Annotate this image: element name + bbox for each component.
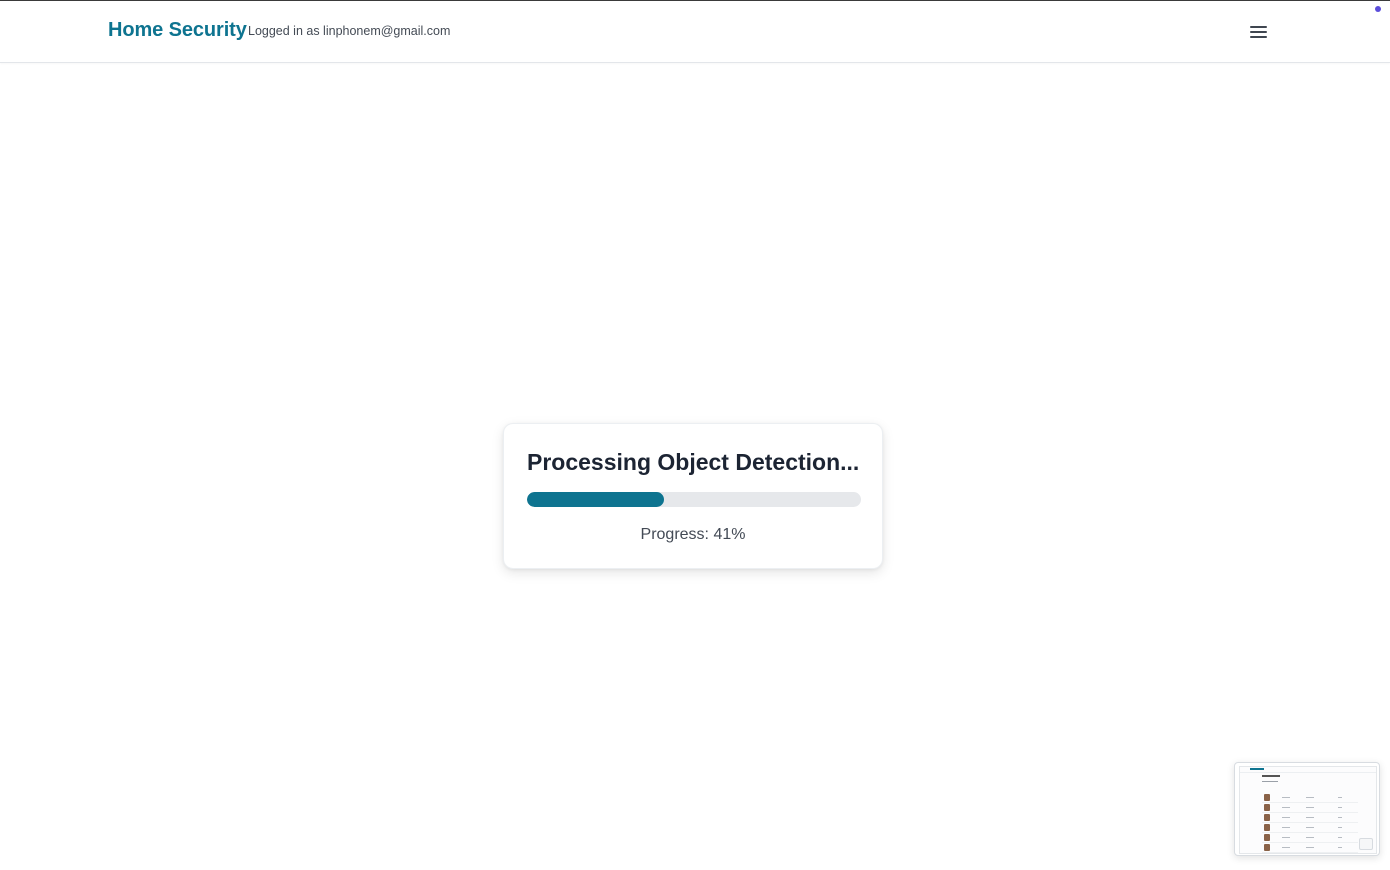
preview-cell <box>1282 807 1290 808</box>
preview-cell <box>1282 817 1290 818</box>
top-navbar: Home Security Logged in as linphonem@gma… <box>0 1 1390 63</box>
preview-cell <box>1338 807 1342 808</box>
magnifier-icon[interactable] <box>1359 838 1373 850</box>
preview-cell <box>1338 817 1342 818</box>
preview-avatar <box>1264 804 1270 811</box>
preview-navbar <box>1240 767 1376 773</box>
preview-avatar <box>1264 794 1270 801</box>
menu-line <box>1250 26 1267 28</box>
preview-cell <box>1338 827 1342 828</box>
brand-title[interactable]: Home Security <box>108 19 247 42</box>
preview-table-row <box>1262 803 1358 813</box>
status-indicator-dot <box>1375 6 1381 12</box>
preview-heading <box>1262 775 1280 777</box>
hamburger-menu-icon[interactable] <box>1243 19 1273 45</box>
preview-cell <box>1338 797 1342 798</box>
menu-line <box>1250 36 1267 38</box>
preview-cell <box>1338 837 1342 838</box>
progress-bar-fill <box>527 492 664 507</box>
preview-avatar <box>1264 814 1270 821</box>
preview-cell <box>1306 827 1314 828</box>
progress-text: Progress: 41% <box>640 526 746 543</box>
preview-cell <box>1282 797 1290 798</box>
preview-cell <box>1282 837 1290 838</box>
logged-in-user-text: Logged in as linphonem@gmail.com <box>248 24 451 38</box>
preview-cell <box>1282 827 1290 828</box>
menu-line <box>1250 31 1267 33</box>
page-preview-thumbnail[interactable] <box>1234 762 1380 856</box>
processing-card: Processing Object Detection... Progress:… <box>503 423 883 569</box>
preview-table-row <box>1262 843 1358 853</box>
preview-table-row <box>1262 833 1358 843</box>
preview-cell <box>1282 847 1290 848</box>
preview-avatar <box>1264 824 1270 831</box>
preview-table-row <box>1262 793 1358 803</box>
progress-bar <box>527 492 861 507</box>
preview-table-row <box>1262 813 1358 823</box>
preview-brand <box>1250 768 1264 770</box>
preview-cell <box>1306 807 1314 808</box>
processing-title: Processing Object Detection... <box>527 449 860 475</box>
preview-page <box>1239 766 1377 854</box>
preview-table-row <box>1262 823 1358 833</box>
preview-avatar <box>1264 834 1270 841</box>
preview-cell <box>1306 837 1314 838</box>
preview-cell <box>1306 797 1314 798</box>
preview-cell <box>1338 847 1342 848</box>
preview-tabs <box>1262 781 1278 782</box>
preview-cell <box>1306 817 1314 818</box>
preview-cell <box>1306 847 1314 848</box>
preview-avatar <box>1264 844 1270 851</box>
